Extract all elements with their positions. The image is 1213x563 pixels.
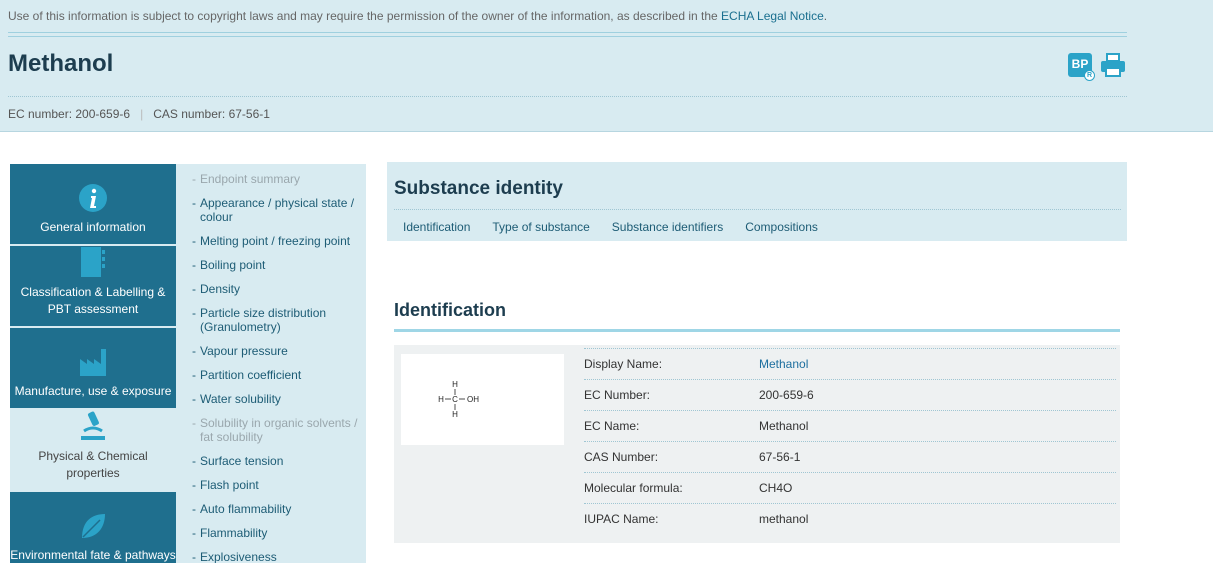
table-row: CAS Number: 67-56-1 bbox=[584, 441, 1116, 472]
row-value: CH4O bbox=[759, 481, 793, 495]
endpoint-link[interactable]: Endpoint summary bbox=[192, 172, 364, 186]
table-row: EC Name: Methanol bbox=[584, 410, 1116, 441]
row-value: methanol bbox=[759, 512, 809, 526]
endpoint-link[interactable]: Melting point / freezing point bbox=[192, 234, 364, 248]
nav-label: Classification & Labelling & PBT assessm… bbox=[20, 285, 166, 316]
page-title: Methanol bbox=[8, 50, 114, 77]
row-label: CAS Number: bbox=[584, 450, 659, 464]
endpoint-link[interactable]: Flash point bbox=[192, 478, 364, 492]
identification-rule bbox=[394, 329, 1120, 332]
structure-atom: H bbox=[438, 395, 444, 404]
bp-icon[interactable]: BP R bbox=[1068, 53, 1095, 81]
category-column: General information Classification & Lab… bbox=[10, 164, 176, 563]
substance-identity-panel: Substance identity Identification Type o… bbox=[387, 162, 1127, 241]
nav-label: Manufacture, use & exposure bbox=[14, 384, 172, 398]
notice-text: Use of this information is subject to co… bbox=[8, 9, 722, 23]
microscope-icon bbox=[81, 411, 105, 440]
display-name-link[interactable]: Methanol bbox=[759, 357, 808, 371]
structure-image: H H C OH H bbox=[401, 354, 564, 445]
nav-general-information[interactable]: General information bbox=[10, 164, 176, 246]
leaf-icon bbox=[82, 514, 105, 538]
row-label: IUPAC Name: bbox=[584, 512, 659, 526]
endpoint-link[interactable]: Solubility in organic solvents / fat sol… bbox=[192, 416, 364, 444]
nav-manufacture-use-exposure[interactable]: Manufacture, use & exposure bbox=[10, 328, 176, 410]
row-value: Methanol bbox=[759, 419, 809, 433]
section-divider bbox=[394, 209, 1121, 210]
endpoint-link[interactable]: Partition coefficient bbox=[192, 368, 364, 382]
endpoint-link[interactable]: Density bbox=[192, 282, 364, 296]
section-navigation: General information Classification & Lab… bbox=[10, 164, 366, 563]
header-dotted-rule bbox=[8, 96, 1127, 97]
structure-atom: C bbox=[452, 395, 458, 404]
section-title: Substance identity bbox=[394, 178, 563, 199]
section-tabs: Identification Type of substance Substan… bbox=[403, 220, 818, 234]
nav-environmental-fate[interactable]: Environmental fate & pathways bbox=[10, 492, 176, 563]
endpoint-link[interactable]: Water solubility bbox=[192, 392, 364, 406]
bp-badge: R bbox=[1084, 70, 1095, 81]
factory-icon bbox=[80, 349, 106, 376]
copyright-notice: Use of this information is subject to co… bbox=[8, 9, 827, 23]
tab-type-of-substance[interactable]: Type of substance bbox=[492, 220, 589, 234]
tab-substance-identifiers[interactable]: Substance identifiers bbox=[612, 220, 723, 234]
structure-atom: OH bbox=[467, 395, 479, 404]
header-actions: BP R bbox=[1068, 53, 1126, 81]
substance-identifiers: EC number: 200-659-6 | CAS number: 67-56… bbox=[8, 107, 270, 121]
document-icon bbox=[81, 247, 105, 277]
structure-atom: H bbox=[452, 380, 458, 389]
row-label: EC Number: bbox=[584, 388, 651, 402]
endpoint-link[interactable]: Vapour pressure bbox=[192, 344, 364, 358]
endpoint-link[interactable]: Auto flammability bbox=[192, 502, 364, 516]
endpoint-link[interactable]: Surface tension bbox=[192, 454, 364, 468]
endpoint-link[interactable]: Flammability bbox=[192, 526, 364, 540]
page-header: Use of this information is subject to co… bbox=[0, 0, 1213, 132]
row-value: 200-659-6 bbox=[759, 388, 814, 402]
endpoint-link[interactable]: Appearance / physical state / colour bbox=[192, 196, 364, 224]
endpoint-link[interactable]: Boiling point bbox=[192, 258, 364, 272]
identification-box: H H C OH H Display Name: Methanol EC Num… bbox=[394, 345, 1120, 543]
identifier-separator: | bbox=[140, 107, 144, 121]
nav-physical-chemical-properties[interactable]: Physical & Chemical properties bbox=[10, 410, 176, 492]
tab-compositions[interactable]: Compositions bbox=[745, 220, 818, 234]
table-row: EC Number: 200-659-6 bbox=[584, 379, 1116, 410]
row-label: EC Name: bbox=[584, 419, 640, 433]
table-row: Molecular formula: CH4O bbox=[584, 472, 1116, 503]
info-icon bbox=[79, 184, 107, 212]
table-row: Display Name: Methanol bbox=[584, 348, 1116, 379]
endpoint-list: Endpoint summary Appearance / physical s… bbox=[192, 172, 364, 563]
bp-icon-label: BP bbox=[1071, 57, 1089, 71]
print-icon[interactable] bbox=[1100, 53, 1126, 77]
row-value: 67-56-1 bbox=[759, 450, 801, 464]
structure-atom: H bbox=[452, 410, 458, 419]
tab-identification[interactable]: Identification bbox=[403, 220, 470, 234]
nav-label: Environmental fate & pathways bbox=[10, 548, 176, 562]
table-row: IUPAC Name: methanol bbox=[584, 503, 1116, 534]
legal-notice-link[interactable]: ECHA Legal Notice bbox=[721, 9, 824, 23]
endpoint-link[interactable]: Explosiveness bbox=[192, 550, 364, 563]
row-label: Molecular formula: bbox=[584, 481, 683, 495]
nav-label: General information bbox=[40, 220, 146, 234]
identification-table: Display Name: Methanol EC Number: 200-65… bbox=[584, 348, 1116, 534]
ec-number: EC number: 200-659-6 bbox=[8, 107, 131, 121]
nav-label: Physical & Chemical properties bbox=[38, 449, 148, 480]
endpoint-link[interactable]: Particle size distribution (Granulometry… bbox=[192, 306, 364, 334]
notice-end: . bbox=[823, 9, 828, 23]
identification-heading: Identification bbox=[394, 300, 506, 320]
row-label: Display Name: bbox=[584, 357, 663, 371]
cas-number: CAS number: 67-56-1 bbox=[153, 107, 270, 121]
nav-classification-labelling[interactable]: Classification & Labelling & PBT assessm… bbox=[10, 246, 176, 328]
header-divider bbox=[8, 32, 1127, 37]
